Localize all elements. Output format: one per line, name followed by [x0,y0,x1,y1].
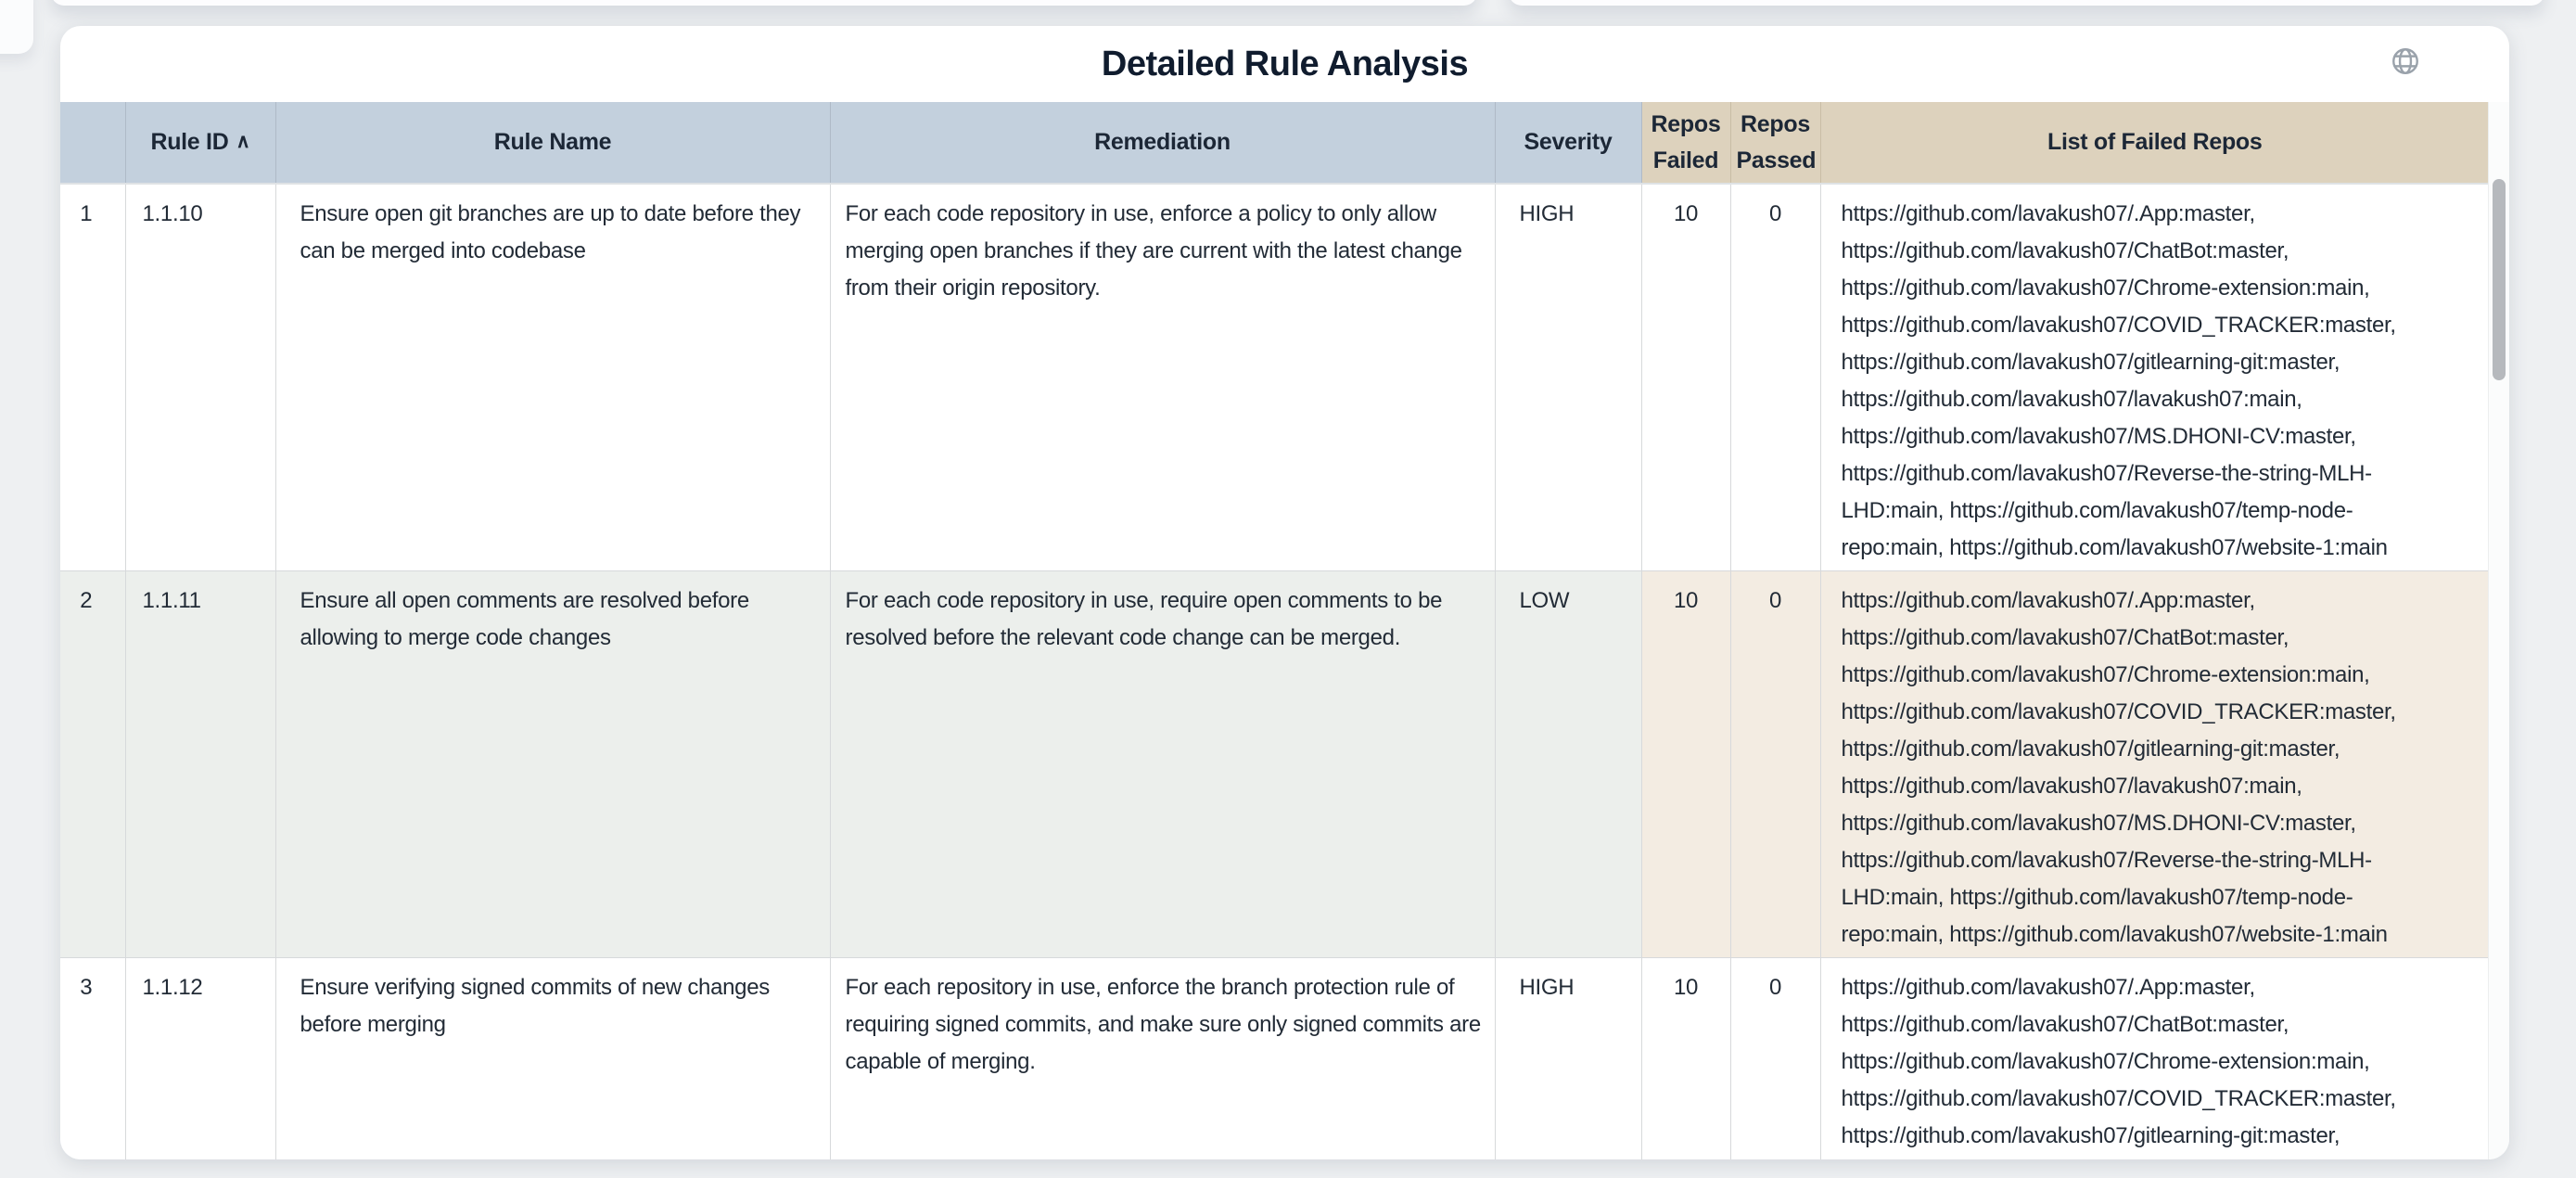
cell-remediation: For each repository in use, enforce the … [830,958,1495,1160]
cell-failed-repos-list: https://github.com/lavakush07/.App:maste… [1820,958,2489,1160]
col-header-rule-name[interactable]: Rule Name [275,102,830,184]
col-header-repos-passed[interactable]: Repos Passed [1730,102,1820,184]
cell-repos-failed: 10 [1641,958,1730,1160]
col-header-rule-id-label: Rule ID [150,129,228,155]
cell-rule-name: Ensure all open comments are resolved be… [275,571,830,958]
sort-asc-icon: ∧ [236,131,249,152]
cell-rule-id: 1.1.11 [125,571,275,958]
cell-severity: HIGH [1495,184,1641,571]
table-row: 1 1.1.10 Ensure open git branches are up… [60,184,2489,571]
cell-failed-repos-list: https://github.com/lavakush07/.App:maste… [1820,571,2489,958]
cell-repos-failed: 10 [1641,184,1730,571]
cell-row-number: 3 [60,958,125,1160]
cell-severity: LOW [1495,571,1641,958]
cell-repos-passed: 0 [1730,184,1820,571]
table-scrollbar-thumb[interactable] [2493,179,2506,380]
rules-table: Rule ID∧ Rule Name Remediation Severity … [60,102,2489,1159]
globe-button[interactable] [2387,45,2424,82]
cell-row-number: 1 [60,184,125,571]
card-header: Detailed Rule Analysis [60,26,2509,102]
cell-remediation: For each code repository in use, enforce… [830,184,1495,571]
globe-icon [2390,45,2421,82]
cell-failed-repos-list: https://github.com/lavakush07/.App:maste… [1820,184,2489,571]
cell-rule-id: 1.1.10 [125,184,275,571]
cell-repos-failed: 10 [1641,571,1730,958]
cell-repos-passed: 0 [1730,571,1820,958]
cell-remediation: For each code repository in use, require… [830,571,1495,958]
table-header-row: Rule ID∧ Rule Name Remediation Severity … [60,102,2489,184]
cell-severity: HIGH [1495,958,1641,1160]
previous-card-corner [0,0,33,54]
previous-card-bottom-left [51,0,1477,6]
col-header-row-number [60,102,125,184]
cell-row-number: 2 [60,571,125,958]
rules-table-wrap: Rule ID∧ Rule Name Remediation Severity … [60,102,2489,1159]
col-header-remediation[interactable]: Remediation [830,102,1495,184]
col-header-rule-id[interactable]: Rule ID ∧ [125,102,275,184]
cell-rule-name: Ensure verifying signed commits of new c… [275,958,830,1160]
page-title: Detailed Rule Analysis [60,26,2509,102]
cell-repos-passed: 0 [1730,958,1820,1160]
table-row: 3 1.1.12 Ensure verifying signed commits… [60,958,2489,1160]
detailed-rule-analysis-card: Detailed Rule Analysis Rule ID ∧ [60,26,2509,1159]
table-row: 2 1.1.11 Ensure all open comments are re… [60,571,2489,958]
cell-rule-id: 1.1.12 [125,958,275,1160]
table-scrollbar-track[interactable] [2488,102,2509,1159]
col-header-severity[interactable]: Severity [1495,102,1641,184]
col-header-repos-failed[interactable]: Repos Failed [1641,102,1730,184]
previous-card-bottom-right [1509,0,2544,6]
col-header-failed-repos-list[interactable]: List of Failed Repos [1820,102,2489,184]
cell-rule-name: Ensure open git branches are up to date … [275,184,830,571]
